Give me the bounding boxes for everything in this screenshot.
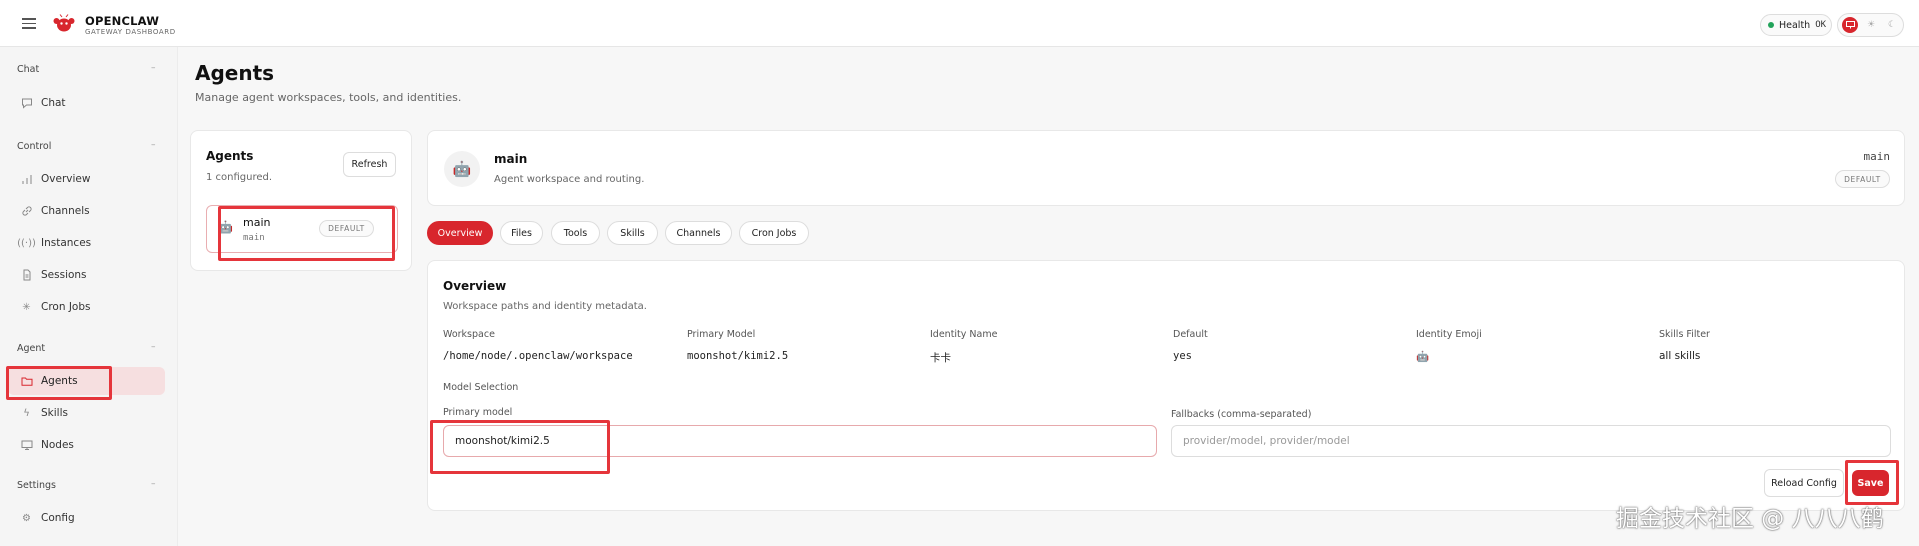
brand-subtitle: GATEWAY DASHBOARD	[85, 28, 176, 36]
sidebar-item-label: Chat	[41, 97, 66, 109]
overview-card: Overview Workspace paths and identity me…	[427, 260, 1905, 511]
moon-icon[interactable]: ☾	[1884, 17, 1900, 33]
loader-icon: ✳	[22, 301, 31, 313]
agent-avatar: 🤖	[444, 151, 480, 187]
sidebar-item-config[interactable]: ⚙ Config	[8, 504, 165, 532]
agents-count: 1 configured.	[206, 172, 273, 183]
overview-title: Overview	[443, 279, 507, 293]
field-value-primary-model: moonshot/kimi2.5	[687, 350, 789, 362]
fallbacks-input[interactable]	[1171, 425, 1891, 457]
bar-chart-icon	[20, 173, 33, 186]
collapse-icon[interactable]: –	[151, 140, 156, 150]
sidebar-item-chat[interactable]: Chat	[8, 89, 165, 117]
health-label: Health	[1779, 19, 1811, 31]
brand-name: OPENCLAW	[85, 14, 160, 28]
primary-model-input[interactable]	[443, 425, 1157, 457]
sidebar-item-skills[interactable]: ϟ Skills	[8, 399, 165, 427]
field-label-primary-model: Primary Model	[687, 329, 756, 340]
agent-header-card: 🤖 main Agent workspace and routing. main…	[427, 130, 1905, 206]
field-value-identity-name: 卡卡	[930, 352, 951, 364]
document-icon	[20, 269, 33, 282]
chat-icon	[20, 97, 33, 110]
collapse-icon[interactable]: –	[151, 479, 156, 489]
sidebar-item-label: Instances	[41, 237, 92, 249]
sidebar-item-cron-jobs[interactable]: ✳ Cron Jobs	[8, 293, 165, 321]
agent-header-name: main	[494, 152, 528, 166]
tab-files[interactable]: Files	[500, 221, 543, 245]
overview-subtitle: Workspace paths and identity metadata.	[443, 301, 647, 312]
menu-icon[interactable]	[22, 18, 36, 29]
sidebar-item-instances[interactable]: ((·)) Instances	[8, 229, 165, 257]
section-title-settings: Settings	[17, 480, 56, 491]
tab-channels[interactable]: Channels	[665, 221, 732, 245]
refresh-button[interactable]: Refresh	[343, 152, 396, 177]
sidebar-item-nodes[interactable]: Nodes	[8, 431, 165, 459]
save-button[interactable]: Save	[1852, 470, 1889, 496]
collapse-icon[interactable]: –	[151, 342, 156, 352]
field-label-workspace: Workspace	[443, 329, 495, 340]
tab-tools[interactable]: Tools	[551, 221, 600, 245]
bolt-icon: ϟ	[23, 407, 30, 419]
monitor-icon	[20, 439, 33, 452]
field-label-skills-filter: Skills Filter	[1659, 329, 1710, 340]
link-icon	[20, 205, 33, 218]
folder-icon	[20, 375, 33, 388]
top-bar: OPENCLAW GATEWAY DASHBOARD Health OK ☀ ☾	[0, 0, 1919, 47]
agents-list-card: Agents 1 configured. Refresh 🤖 main main…	[190, 130, 412, 271]
sun-icon[interactable]: ☀	[1863, 17, 1879, 33]
field-label-default: Default	[1173, 329, 1208, 340]
field-value-workspace: /home/node/.openclaw/workspace	[443, 350, 633, 362]
health-pill: Health OK	[1760, 14, 1832, 36]
model-selection-label: Model Selection	[443, 382, 519, 393]
gear-icon: ⚙	[22, 512, 31, 524]
tab-overview[interactable]: Overview	[427, 221, 493, 245]
agent-name: main	[243, 216, 271, 229]
broadcast-icon: ((·))	[17, 237, 36, 249]
monitor-icon[interactable]	[1842, 17, 1858, 33]
primary-model-label: Primary model	[443, 407, 513, 418]
page-subtitle: Manage agent workspaces, tools, and iden…	[195, 91, 462, 104]
robot-emoji-icon: 🤖	[218, 220, 233, 234]
sidebar-item-sessions[interactable]: Sessions	[8, 261, 165, 289]
sidebar-item-channels[interactable]: Channels	[8, 197, 165, 225]
reload-config-button[interactable]: Reload Config	[1764, 469, 1844, 497]
sidebar-item-label: Channels	[41, 205, 90, 217]
field-value-skills-filter: all skills	[1659, 350, 1701, 362]
agents-list-title: Agents	[206, 149, 254, 163]
tab-skills[interactable]: Skills	[607, 221, 658, 245]
sidebar-item-label: Config	[41, 512, 75, 524]
field-value-identity-emoji: 🤖	[1416, 351, 1430, 363]
agent-id: main	[243, 233, 265, 243]
sidebar-item-label: Sessions	[41, 269, 87, 281]
sidebar-item-label: Nodes	[41, 439, 74, 451]
agent-header-id: main	[1863, 150, 1891, 163]
section-title-agent: Agent	[17, 343, 46, 354]
collapse-icon[interactable]: –	[151, 63, 156, 73]
lobster-logo-icon	[53, 14, 75, 32]
field-label-identity-name: Identity Name	[930, 329, 998, 340]
sidebar-item-label: Cron Jobs	[41, 301, 91, 313]
health-status: OK	[1815, 20, 1827, 30]
sidebar-item-label: Overview	[41, 173, 91, 185]
section-title-chat: Chat	[17, 64, 40, 75]
agent-header-subtitle: Agent workspace and routing.	[494, 174, 645, 185]
agent-list-item[interactable]: 🤖 main main DEFAULT	[206, 205, 398, 253]
theme-toggle: ☀ ☾	[1837, 13, 1904, 37]
field-label-identity-emoji: Identity Emoji	[1416, 329, 1482, 340]
fallbacks-label: Fallbacks (comma-separated)	[1171, 409, 1312, 420]
page-title: Agents	[195, 61, 275, 85]
default-badge: DEFAULT	[1835, 170, 1890, 188]
sidebar: Chat – Chat Control – Overview Channels …	[0, 47, 178, 546]
status-dot-icon	[1768, 22, 1774, 28]
default-badge: DEFAULT	[319, 220, 374, 237]
field-value-default: yes	[1173, 350, 1192, 362]
watermark-text: 掘金技术社区 @ 八八八鹤	[1616, 506, 1884, 532]
section-title-control: Control	[17, 141, 52, 152]
sidebar-item-agents[interactable]: Agents	[8, 367, 165, 395]
tab-cron-jobs[interactable]: Cron Jobs	[739, 221, 809, 245]
sidebar-item-label: Skills	[41, 407, 68, 419]
sidebar-item-overview[interactable]: Overview	[8, 165, 165, 193]
sidebar-item-label: Agents	[41, 375, 78, 387]
